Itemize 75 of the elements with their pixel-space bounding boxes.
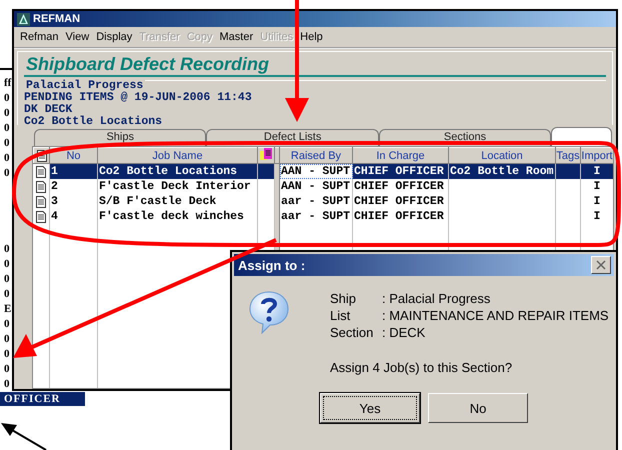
cut-off-text: 0 [3,317,10,332]
cut-off-text: ff [3,76,12,91]
cut-off-text: 0 [3,257,10,272]
table-cell: 3 [51,195,58,208]
document-icon [36,180,46,192]
column-header[interactable]: Location [448,148,556,164]
info-line: DK DECK [24,104,72,116]
table-cell: 1 [51,165,58,178]
table-cell: CHIEF OFFICER [354,165,444,178]
table-cell: F'castle Deck Interior [99,180,251,193]
table-cell: CHIEF OFFICER [354,195,444,208]
detail-label: Section [330,324,374,341]
menu-item[interactable]: Display [96,31,132,43]
cut-off-text: 0 [3,91,10,106]
cut-off-text: E [3,302,12,317]
table-cell: CHIEF OFFICER [354,210,444,223]
table-cell: I [594,165,600,178]
table-cell: OFFICER [0,392,85,406]
table-cell: I [594,195,600,208]
table-cell: aar - SUPT [281,195,350,208]
cut-off-text: 0 [3,272,10,287]
info-line: Co2 Bottle Locations [24,116,164,128]
table-cell: F'castle deck winches [99,210,244,223]
cut-off-text: 0 [3,332,10,347]
table-cell: CHIEF OFFICER [354,180,444,193]
menu-item[interactable]: Help [300,31,323,43]
menu-item[interactable]: Master [220,31,254,43]
table-cell: AAN - SUPT [281,180,350,193]
column-header[interactable]: Tags [556,148,580,164]
detail-value: : MAINTENANCE AND REPAIR ITEMS [382,307,609,324]
detail-value: : Palacial Progress [382,290,492,307]
close-button[interactable] [591,256,611,274]
table-cell: aar - SUPT [281,210,350,223]
column-header[interactable]: Job Name [98,148,258,164]
detail-label: Ship [330,290,358,307]
table-cell: I [594,210,600,223]
question-icon [248,290,290,334]
detail-value: : DECK [382,324,426,341]
menu-item[interactable]: View [66,31,90,43]
detail-label: List [330,307,352,324]
table-cell: 2 [51,180,58,193]
cut-off-text: 0 [3,106,10,121]
menu-item[interactable]: Refman [20,31,59,43]
document-icon [36,196,46,208]
cut-off-text: 0 [3,377,10,392]
app-heading: Shipboard Defect Recording [24,54,606,77]
table-cell: I [594,180,600,193]
close-icon [596,260,606,270]
dialog-button[interactable]: Yes [320,393,420,423]
cut-off-text: 0 [3,166,10,181]
dialog-button[interactable]: No [428,393,528,423]
column-header[interactable]: Import [580,148,613,164]
table-cell: 4 [51,210,58,223]
cut-off-text: 0 [3,121,10,136]
column-header[interactable]: Raised By [280,148,352,164]
question-text: Assign 4 Job(s) to this Section? [330,360,514,375]
cut-off-text: 0 [3,136,10,151]
app-icon [17,12,30,26]
document-icon [36,166,46,178]
window-title: REFMAN [33,13,80,25]
dialog-title: Assign to : [238,258,306,272]
column-header[interactable]: In Charge [352,148,448,164]
info-line: PENDING ITEMS @ 19-JUN-2006 11:43 [24,92,253,104]
table-cell: S/B F'castle Deck [99,195,216,208]
cut-off-text: 0 [3,362,10,377]
document-icon [36,210,46,222]
cut-off-text: 0 [3,242,10,257]
group-title: Palacial Progress [24,80,146,92]
cut-off-text: 0 [3,347,10,362]
table-cell: AAN - SUPT [281,165,350,178]
notes-icon [260,148,272,160]
cut-off-text: 0 [3,151,10,166]
cut-off-text: 0 [3,287,10,302]
table-cell: Co2 Bottle Locations [99,165,238,178]
table-cell: Co2 Bottle Room [450,165,554,178]
